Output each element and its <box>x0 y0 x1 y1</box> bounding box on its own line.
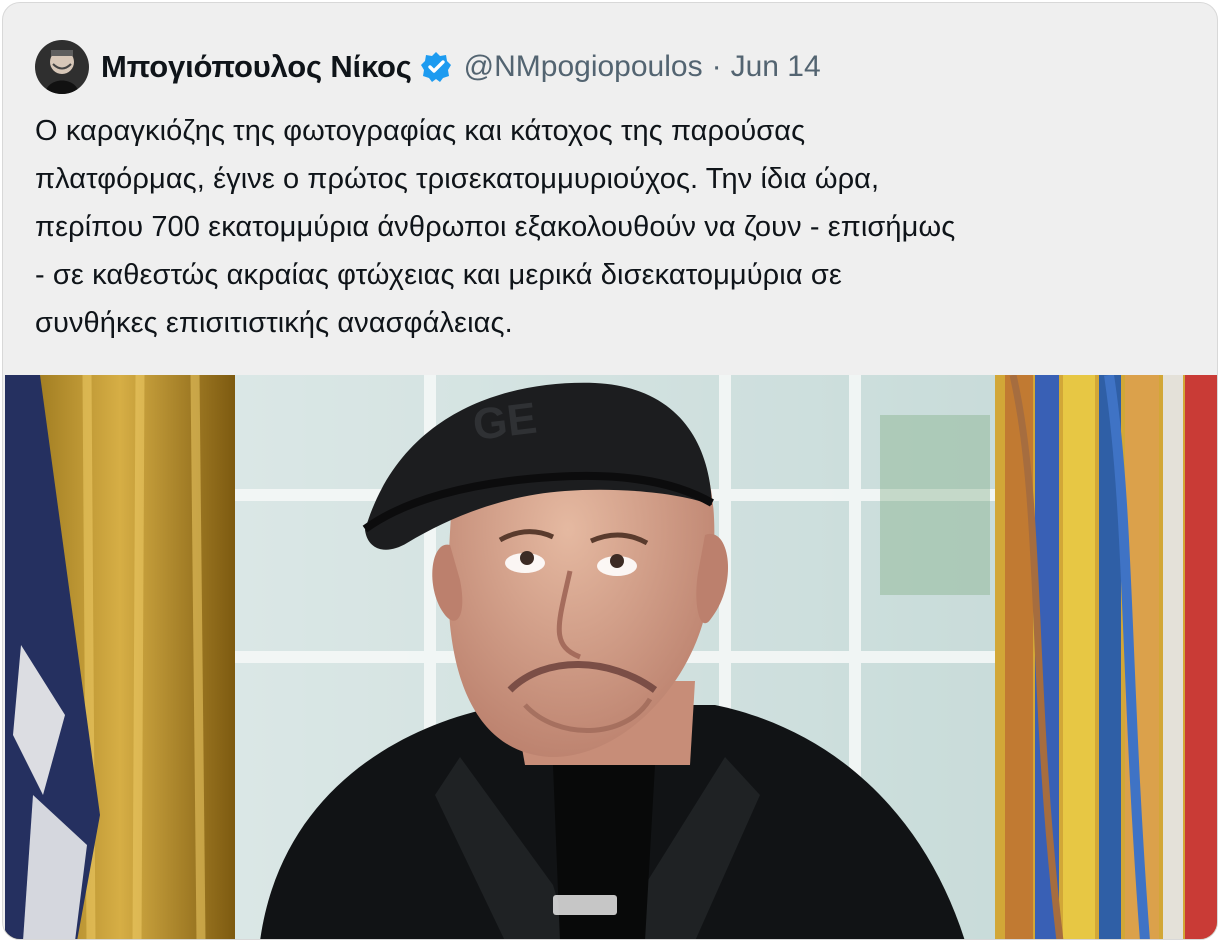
author-avatar[interactable] <box>35 40 89 94</box>
author-handle[interactable]: @NMpogiopoulos <box>464 50 703 84</box>
svg-text:GE: GE <box>470 394 539 450</box>
tweet-media-photo[interactable]: GE <box>5 375 1217 939</box>
photo-scene: GE <box>5 375 1217 939</box>
tweet-header: Μπογιόπουλος Νίκος @NMpogiopoulos · Jun … <box>35 39 821 95</box>
right-flags <box>995 375 1217 939</box>
tweet-text: Ο καραγκιόζης της φωτογραφίας και κάτοχο… <box>35 115 956 339</box>
tweet-date[interactable]: Jun 14 <box>731 50 821 84</box>
separator-dot: · <box>711 50 722 83</box>
avatar-image <box>35 40 89 94</box>
author-display-name[interactable]: Μπογιόπουλος Νίκος <box>101 49 412 85</box>
verified-badge-icon <box>420 51 452 83</box>
tweet-card[interactable]: Μπογιόπουλος Νίκος @NMpogiopoulos · Jun … <box>2 2 1218 940</box>
